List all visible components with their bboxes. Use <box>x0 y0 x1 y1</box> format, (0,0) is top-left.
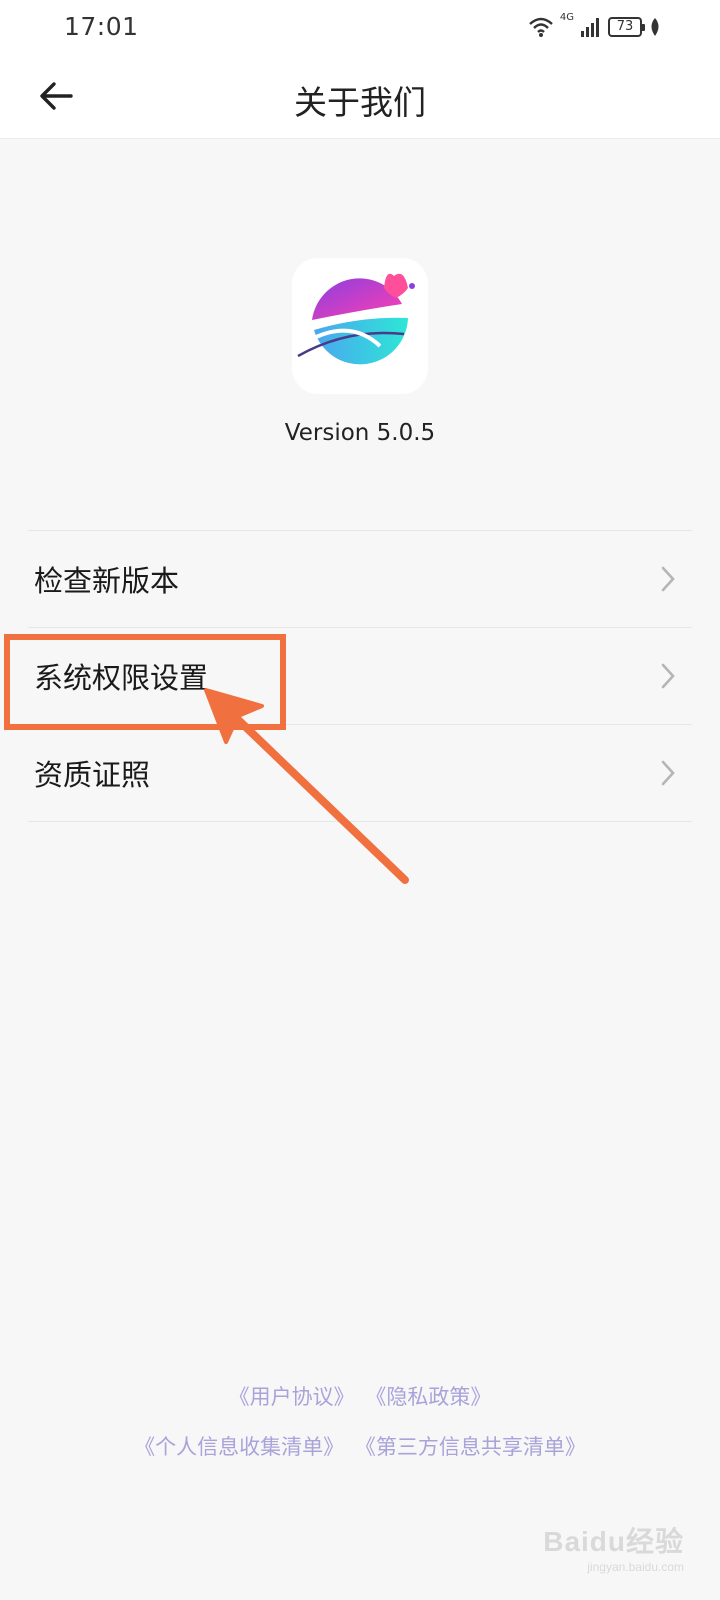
wifi-icon <box>529 17 553 37</box>
page-title: 关于我们 <box>294 83 426 122</box>
privacy-policy-link[interactable]: 《隐私政策》 <box>365 1385 491 1409</box>
watermark-logo: Baidu经验 <box>543 1526 684 1557</box>
status-icons: 4G 73 <box>528 12 662 40</box>
check-update-item[interactable]: 检查新版本 <box>28 531 692 628</box>
chevron-right-icon <box>661 566 675 592</box>
chevron-right-icon <box>661 760 675 786</box>
version-text: Version 5.0.5 <box>284 420 436 446</box>
personal-info-list-link[interactable]: 《个人信息收集清单》 <box>134 1435 344 1459</box>
third-party-sharing-link[interactable]: 《第三方信息共享清单》 <box>355 1435 586 1459</box>
top-app-bar: 关于我们 <box>0 56 720 139</box>
menu-item-label: 检查新版本 <box>34 564 180 598</box>
app-logo <box>292 258 428 394</box>
watermark: Baidu经验 jingyan.baidu.com <box>543 1520 684 1574</box>
signal-icon <box>581 18 599 37</box>
footer-links: 《用户协议》 《隐私政策》 《个人信息收集清单》 《第三方信息共享清单》 <box>0 1381 720 1481</box>
status-time: 17:01 <box>64 12 139 41</box>
qualification-item[interactable]: 资质证照 <box>28 725 692 822</box>
leaf-icon <box>651 18 659 36</box>
battery-icon: 73 <box>608 17 645 37</box>
network-type: 4G <box>559 12 574 23</box>
footer-line: 《用户协议》 《隐私政策》 <box>0 1381 720 1431</box>
battery-level: 73 <box>616 19 634 34</box>
status-bar: 17:01 4G 73 <box>0 0 720 56</box>
annotation-highlight-box <box>4 634 286 730</box>
user-agreement-link[interactable]: 《用户协议》 <box>229 1385 355 1409</box>
chevron-right-icon <box>661 663 675 689</box>
menu-item-label: 资质证照 <box>34 758 151 792</box>
footer-line: 《个人信息收集清单》 《第三方信息共享清单》 <box>0 1431 720 1481</box>
watermark-url: jingyan.baidu.com <box>587 1560 684 1574</box>
